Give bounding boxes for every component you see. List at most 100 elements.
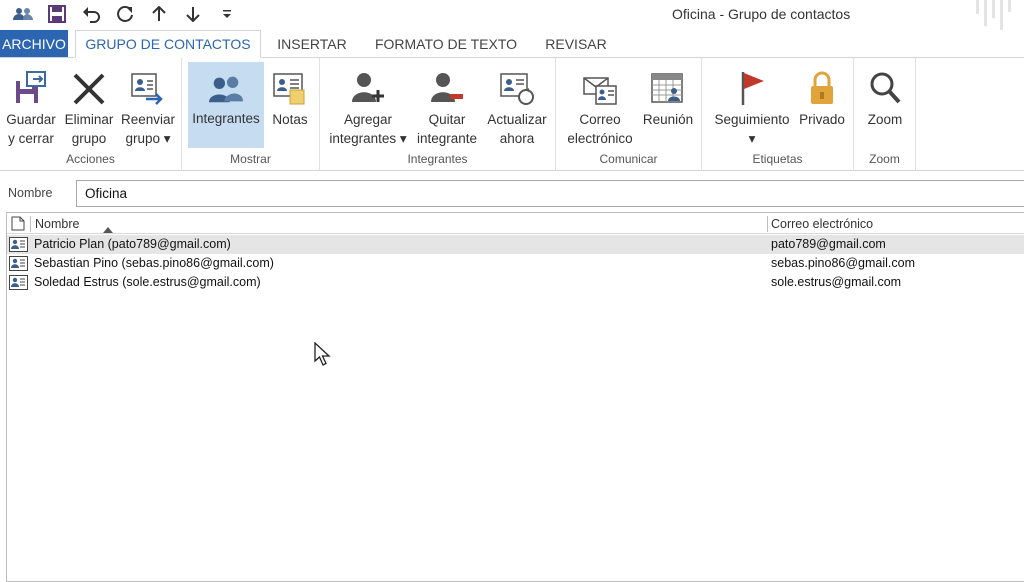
agregar-label-1: Agregar [343, 112, 392, 127]
agregar-integrantes-button[interactable]: Agregar integrantes ▾ [326, 64, 410, 152]
group-etiquetas: Seguimiento ▾ Privado Etiquetas [702, 58, 854, 170]
remove-member-icon [429, 68, 465, 106]
quitar-label-1: Quitar [428, 112, 466, 127]
title-decoration [976, 0, 1016, 30]
member-name: Soledad Estrus (sole.estrus@gmail.com) [34, 275, 261, 289]
add-member-icon [350, 68, 386, 106]
mouse-cursor-icon [314, 341, 332, 371]
guardar-label-2: y cerrar [8, 131, 54, 146]
tab-grupo-de-contactos[interactable]: GRUPO DE CONTACTOS [75, 30, 261, 58]
notes-icon [272, 68, 308, 106]
meeting-icon [650, 68, 686, 106]
member-name: Patricio Plan (pato789@gmail.com) [34, 237, 231, 251]
column-header-correo[interactable]: Correo electrónico [771, 217, 873, 231]
ribbon: Guardar y cerrar Eliminar grupo Reenviar gr… [0, 57, 1024, 171]
arrow-down-icon[interactable] [176, 3, 210, 25]
privado-label: Privado [799, 112, 845, 127]
group-comunicar: Correo electrónico Reunión Comunicar [556, 58, 702, 170]
seguimiento-label-2: ▾ [748, 131, 756, 146]
agregar-label-2: integrantes ▾ [329, 131, 407, 146]
reenviar-label-2: grupo ▾ [125, 131, 171, 146]
notas-label: Notas [272, 112, 308, 127]
member-name: Sebastian Pino (sebas.pino86@gmail.com) [34, 256, 274, 270]
contact-card-icon [9, 275, 28, 290]
eliminar-grupo-button[interactable]: Eliminar grupo [60, 64, 118, 152]
zoom-label: Zoom [867, 112, 903, 127]
group-label-mostrar: Mostrar [230, 152, 271, 166]
magnifier-icon [867, 68, 903, 106]
group-label-comunicar: Comunicar [599, 152, 658, 166]
tab-insertar[interactable]: INSERTAR [268, 30, 356, 58]
integrantes-button[interactable]: Integrantes [188, 62, 264, 148]
document-icon[interactable] [11, 216, 25, 231]
group-mostrar: Integrantes Notas Mostrar [182, 58, 320, 170]
group-label-etiquetas: Etiquetas [752, 152, 803, 166]
correo-label-2: electrónico [567, 131, 633, 146]
list-header: Nombre Correo electrónico [7, 213, 1024, 234]
name-row: Nombre [0, 180, 1024, 208]
save-close-icon [13, 68, 49, 106]
reunion-label: Reunión [642, 112, 694, 127]
quick-access-toolbar [6, 3, 244, 25]
window-title: Oficina - Grupo de contactos [672, 6, 851, 22]
actualizar-label-1: Actualizar [487, 112, 547, 127]
group-integrantes: Agregar integrantes ▾ Quitar integrante Ac… [320, 58, 556, 170]
group-acciones: Guardar y cerrar Eliminar grupo Reenviar gr… [0, 58, 182, 170]
privado-button[interactable]: Privado [796, 64, 848, 152]
tab-formato-de-texto[interactable]: FORMATO DE TEXTO [366, 30, 526, 58]
quitar-label-2: integrante [416, 131, 478, 146]
redo-icon[interactable] [108, 3, 142, 25]
table-row[interactable]: Patricio Plan (pato789@gmail.com) pato78… [7, 235, 1024, 254]
eliminar-label-1: Eliminar [64, 112, 114, 127]
group-label-integrantes: Integrantes [407, 152, 468, 166]
column-header-nombre[interactable]: Nombre [35, 217, 79, 231]
reunion-button[interactable]: Reunión [640, 64, 696, 152]
actualizar-label-2: ahora [499, 131, 535, 146]
email-icon [582, 68, 618, 106]
undo-icon[interactable] [74, 3, 108, 25]
group-label-acciones: Acciones [66, 152, 115, 166]
integrantes-label: Integrantes [192, 111, 260, 126]
name-label: Nombre [8, 186, 53, 200]
tab-revisar[interactable]: REVISAR [536, 30, 616, 58]
group-name-input[interactable] [76, 180, 1024, 207]
flag-icon [734, 68, 770, 106]
guardar-label-1: Guardar [6, 112, 56, 127]
members-icon [208, 67, 244, 105]
member-email: sole.estrus@gmail.com [771, 275, 902, 289]
reenviar-grupo-button[interactable]: Reenviar grupo ▾ [118, 64, 178, 152]
eliminar-label-2: grupo [71, 131, 107, 146]
forward-group-icon [130, 68, 166, 106]
zoom-button[interactable]: Zoom [860, 64, 910, 152]
actualizar-ahora-button[interactable]: Actualizar ahora [482, 64, 552, 152]
correo-label-1: Correo [579, 112, 621, 127]
reenviar-label-1: Reenviar [120, 112, 176, 127]
group-label-zoom: Zoom [869, 152, 900, 166]
quitar-integrante-button[interactable]: Quitar integrante [412, 64, 482, 152]
member-list: Nombre Correo electrónico Patricio Plan … [6, 212, 1024, 582]
ribbon-tabs: ARCHIVO GRUPO DE CONTACTOS INSERTAR FORM… [0, 30, 1024, 58]
contact-card-icon [9, 237, 28, 252]
customize-qat-icon[interactable] [210, 3, 244, 25]
table-row[interactable]: Sebastian Pino (sebas.pino86@gmail.com) … [7, 254, 1024, 273]
correo-electronico-button[interactable]: Correo electrónico [562, 64, 638, 152]
group-zoom: Zoom Zoom [854, 58, 916, 170]
tab-archivo[interactable]: ARCHIVO [0, 30, 68, 58]
member-email: pato789@gmail.com [771, 237, 886, 251]
delete-x-icon [71, 68, 107, 106]
header-separator [767, 216, 768, 232]
lock-icon [804, 68, 840, 106]
table-row[interactable]: Soledad Estrus (sole.estrus@gmail.com) s… [7, 273, 1024, 292]
title-bar: Oficina - Grupo de contactos [0, 0, 1024, 30]
header-separator [30, 216, 31, 232]
seguimiento-button[interactable]: Seguimiento ▾ [708, 64, 796, 152]
seguimiento-label-1: Seguimiento [714, 112, 790, 127]
save-icon[interactable] [40, 3, 74, 25]
contact-card-icon [9, 256, 28, 271]
contact-group-icon[interactable] [6, 3, 40, 25]
guardar-y-cerrar-button[interactable]: Guardar y cerrar [2, 64, 60, 152]
member-email: sebas.pino86@gmail.com [771, 256, 916, 270]
notas-button[interactable]: Notas [268, 64, 312, 152]
update-icon [499, 68, 535, 106]
arrow-up-icon[interactable] [142, 3, 176, 25]
